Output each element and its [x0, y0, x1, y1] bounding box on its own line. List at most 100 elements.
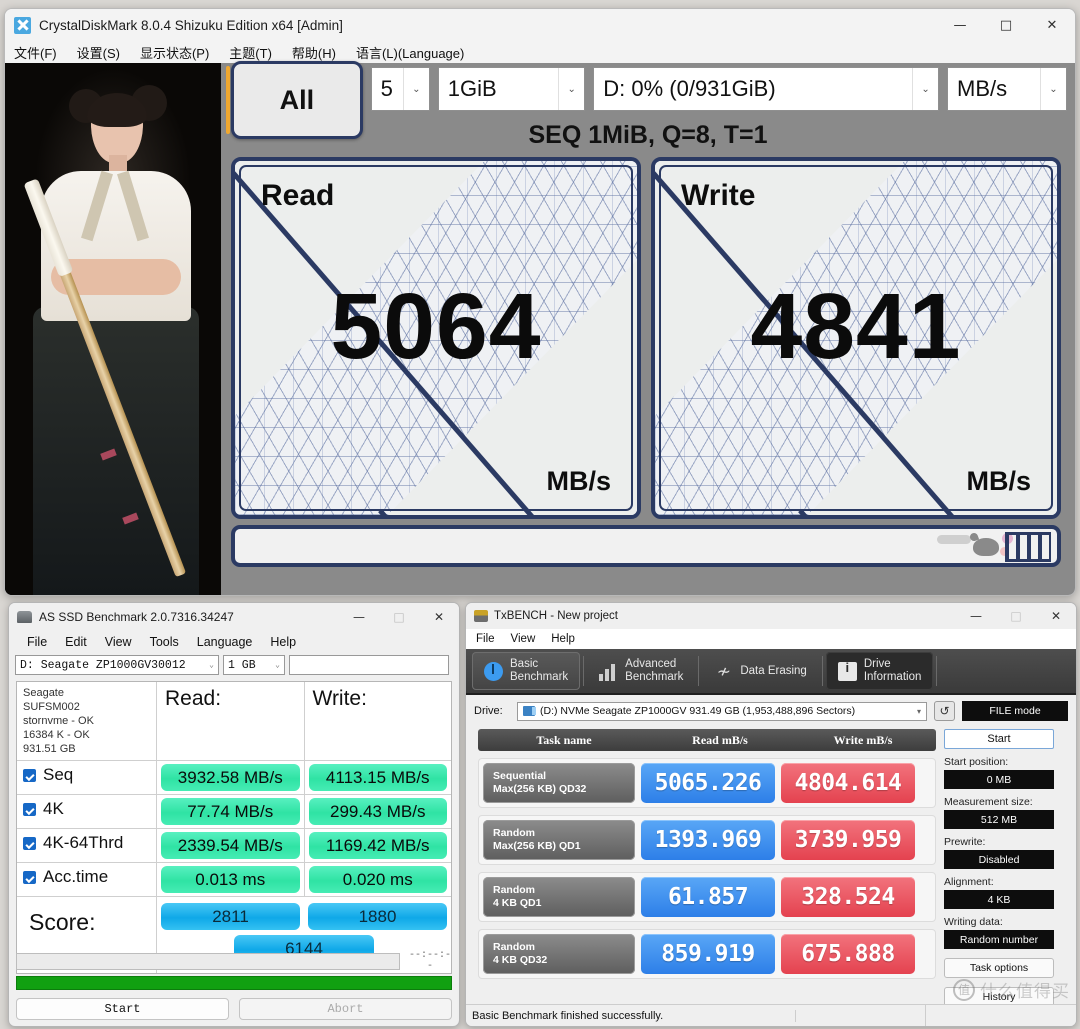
tab-divider	[583, 656, 585, 686]
tx-sidebar: Start Start position: 0 MB Measurement s…	[936, 721, 1064, 1007]
assd-test-seq[interactable]: Seq	[17, 761, 157, 794]
menu-item-view[interactable]: View	[105, 635, 132, 649]
test-size-select[interactable]: 1GiB ⌄	[437, 67, 586, 111]
tab-divider	[821, 656, 823, 686]
menu-item-language[interactable]: Language	[197, 635, 253, 649]
tx-write-value: 3739.959	[781, 820, 915, 860]
assd-window-controls: — □ ✕	[339, 603, 459, 631]
tx-option-value-prewrite[interactable]: Disabled	[944, 850, 1054, 869]
menu-item-theme[interactable]: 主题(T)	[229, 43, 272, 62]
assd-test-acctime[interactable]: Acc.time	[17, 863, 157, 896]
write-result-panel[interactable]: Write 4841 MB/s	[651, 157, 1061, 519]
minimize-button[interactable]: —	[339, 603, 379, 631]
assd-info-capacity: 931.51 GB	[23, 743, 76, 755]
chevron-down-icon: ▾	[916, 706, 921, 716]
tx-read-value: 1393.969	[641, 820, 775, 860]
tab-divider	[936, 656, 938, 686]
tx-option-label-start-position: Start position:	[944, 756, 1009, 768]
tx-task-name-top: Sequential	[493, 770, 547, 782]
assd-score-label: Score:	[29, 909, 96, 935]
tx-option-label-writing-data: Writing data:	[944, 916, 1003, 928]
target-drive-select[interactable]: D: 0% (0/931GiB) ⌄	[593, 67, 940, 111]
tx-task-name-bottom: 4 KB QD1	[493, 897, 542, 909]
assd-drive-select[interactable]: D: Seagate ZP1000GV30012 ⌄	[15, 655, 219, 675]
menu-item-view[interactable]: View	[511, 633, 536, 645]
assd-size-select[interactable]: 1 GB ⌄	[223, 655, 285, 675]
assd-test-name: Seq	[43, 765, 74, 784]
checkbox-acc-time[interactable]	[23, 870, 36, 884]
menu-item-file[interactable]: 文件(F)	[14, 43, 57, 62]
read-result-panel[interactable]: Read 5064 MB/s	[231, 157, 641, 519]
tab-label-bottom: Information	[863, 671, 922, 683]
tx-statusbar: Basic Benchmark finished successfully.	[466, 1004, 1076, 1026]
close-button[interactable]: ✕	[1036, 603, 1076, 630]
minimize-button[interactable]: —	[956, 603, 996, 630]
tx-task-options-button[interactable]: Task options	[944, 958, 1054, 978]
checkbox-4k[interactable]	[23, 802, 36, 816]
close-button[interactable]: ✕	[1029, 9, 1075, 41]
tx-window-controls: — □ ✕	[956, 603, 1076, 630]
tx-status-segment-2	[796, 1005, 926, 1026]
minimize-button[interactable]: —	[937, 9, 983, 41]
table-row: Random Max(256 KB) QD1 1393.969 3739.959	[478, 815, 936, 865]
drive-icon	[837, 661, 857, 681]
tx-option-value-alignment[interactable]: 4 KB	[944, 890, 1054, 909]
assd-test-4k64thrd[interactable]: 4K-64Thrd	[17, 829, 157, 862]
assd-read-value: 77.74 MB/s	[161, 798, 300, 825]
menu-item-file[interactable]: File	[27, 635, 47, 649]
checkbox-seq[interactable]	[23, 768, 36, 782]
menu-item-edit[interactable]: Edit	[65, 635, 87, 649]
tx-drive-select[interactable]: (D:) NVMe Seagate ZP1000GV 931.49 GB (1,…	[517, 701, 927, 721]
menu-item-language[interactable]: 语言(L)(Language)	[356, 43, 464, 62]
tab-basic-benchmark[interactable]: Basic Benchmark	[472, 652, 581, 690]
maximize-button[interactable]: □	[996, 603, 1036, 630]
checkbox-4k-64thrd[interactable]	[23, 836, 36, 850]
assd-results-grid: Seagate SUFSM002 stornvme - OK 16384 K -…	[16, 681, 452, 974]
tx-option-value-writing-data[interactable]: Random number	[944, 930, 1054, 949]
tx-option-value-measurement-size[interactable]: 512 MB	[944, 810, 1054, 829]
assd-write-header: Write:	[305, 682, 452, 760]
assd-header-row: Seagate SUFSM002 stornvme - OK 16384 K -…	[17, 682, 451, 761]
assd-selector-row: D: Seagate ZP1000GV30012 ⌄ 1 GB ⌄	[9, 653, 459, 675]
tab-drive-information[interactable]: Drive Information	[825, 652, 934, 690]
tx-option-value-start-position[interactable]: 0 MB	[944, 770, 1054, 789]
menu-item-tools[interactable]: Tools	[150, 635, 179, 649]
assd-info-alignment: 16384 K - OK	[23, 729, 90, 741]
assd-titlebar: AS SSD Benchmark 2.0.7316.34247 — □ ✕	[9, 603, 459, 631]
cdm-titlebar: CrystalDiskMark 8.0.4 Shizuku Edition x6…	[5, 9, 1075, 41]
assd-benchmark-window: AS SSD Benchmark 2.0.7316.34247 — □ ✕ Fi…	[8, 602, 460, 1027]
menu-item-display-status[interactable]: 显示状态(P)	[140, 43, 209, 62]
close-button[interactable]: ✕	[419, 603, 459, 631]
test-count-select[interactable]: 5 ⌄	[370, 67, 430, 111]
tx-read-value: 61.857	[641, 877, 775, 917]
assd-test-4k[interactable]: 4K	[17, 795, 157, 828]
assd-info-vendor: Seagate	[23, 687, 64, 699]
assd-start-button[interactable]: Start	[16, 998, 229, 1020]
maximize-button[interactable]: □	[983, 9, 1029, 41]
tx-window-title: TxBENCH - New project	[494, 610, 618, 622]
tx-task-name-bottom: 4 KB QD32	[493, 954, 548, 966]
maximize-button[interactable]: □	[379, 603, 419, 631]
tab-data-erasing[interactable]: ≁ Data Erasing	[702, 652, 818, 690]
menu-item-help[interactable]: 帮助(H)	[292, 43, 336, 62]
menu-item-help[interactable]: Help	[270, 635, 296, 649]
refresh-icon[interactable]: ↺	[934, 701, 955, 721]
menu-item-settings[interactable]: 设置(S)	[77, 43, 120, 62]
assd-text-field[interactable]	[289, 655, 449, 675]
menu-item-file[interactable]: File	[476, 633, 495, 645]
tx-start-button[interactable]: Start	[944, 729, 1054, 749]
tx-status-text: Basic Benchmark finished successfully.	[466, 1009, 796, 1022]
table-row: 4K 77.74 MB/s 299.43 MB/s	[17, 795, 451, 829]
chevron-down-icon: ⌄	[558, 68, 585, 110]
cdm-window-controls: — □ ✕	[937, 9, 1075, 41]
table-row: Sequential Max(256 KB) QD32 5065.226 480…	[478, 758, 936, 808]
unit-value: MB/s	[957, 76, 1008, 101]
assd-read-value: 2339.54 MB/s	[161, 832, 300, 859]
chevron-down-icon: ⌄	[402, 68, 429, 110]
tab-label-top: Data Erasing	[740, 664, 807, 677]
menu-item-help[interactable]: Help	[551, 633, 575, 645]
unit-select[interactable]: MB/s ⌄	[947, 67, 1067, 111]
tab-advanced-benchmark[interactable]: Advanced Benchmark	[587, 652, 695, 690]
assd-abort-button[interactable]: Abort	[239, 998, 452, 1020]
watermark: 值 什么值得买	[953, 977, 1070, 1002]
